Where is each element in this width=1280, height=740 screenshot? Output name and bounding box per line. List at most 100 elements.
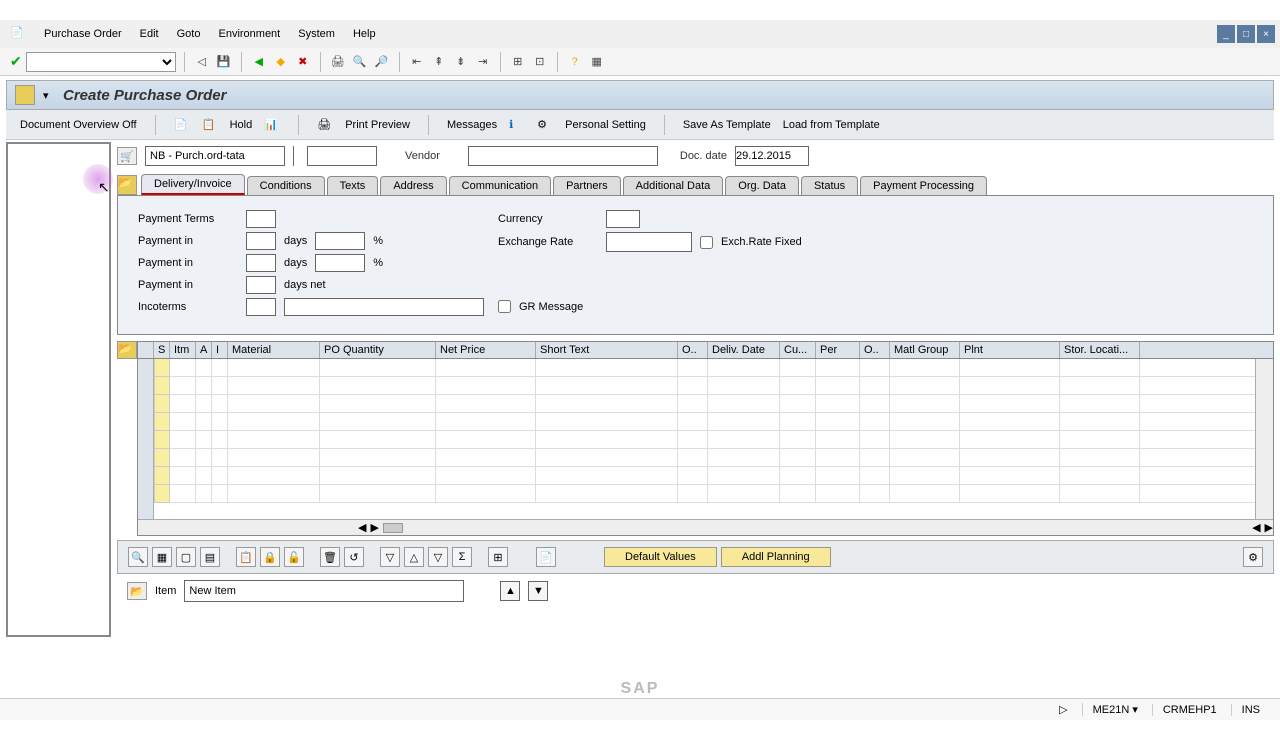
addl-planning-button[interactable]: Addl Planning	[721, 547, 831, 567]
payment-in-3-days[interactable]	[246, 276, 276, 294]
grid-column-header[interactable]: Plnt	[960, 342, 1060, 358]
save-template-button[interactable]: Save As Template	[683, 119, 771, 131]
minimize-button[interactable]: _	[1217, 25, 1235, 43]
close-button[interactable]: ×	[1257, 25, 1275, 43]
expand-item-icon[interactable]: 📂	[127, 582, 147, 600]
other-po-icon[interactable]: 📋	[202, 117, 218, 133]
filter-icon[interactable]: ▽	[380, 547, 400, 567]
grid-column-header[interactable]: PO Quantity	[320, 342, 436, 358]
detail-icon[interactable]: 🔍	[128, 547, 148, 567]
grid-column-header[interactable]: A	[196, 342, 212, 358]
unlock-icon[interactable]: 🔓	[284, 547, 304, 567]
menu-purchase-order[interactable]: Purchase Order	[44, 28, 122, 40]
deselect-icon[interactable]: ▢	[176, 547, 196, 567]
table-row[interactable]	[170, 449, 1255, 467]
sort-icon[interactable]: ▤	[200, 547, 220, 567]
expand-header-icon[interactable]: 🛒	[117, 147, 137, 165]
tab-conditions[interactable]: Conditions	[247, 176, 325, 195]
next-page-icon[interactable]: ⇟	[452, 53, 470, 71]
grid-column-header[interactable]: Cu...	[780, 342, 816, 358]
undelete-icon[interactable]: ↺	[344, 547, 364, 567]
sort-asc-icon[interactable]: △	[404, 547, 424, 567]
delete-icon[interactable]: 🗑	[320, 547, 340, 567]
document-type-select[interactable]	[145, 146, 285, 166]
menu-environment[interactable]: Environment	[218, 28, 280, 40]
print-preview-button[interactable]: Print Preview	[345, 119, 410, 131]
save-icon[interactable]: 💾	[215, 53, 233, 71]
info-icon[interactable]: ℹ	[509, 117, 525, 133]
load-template-button[interactable]: Load from Template	[783, 119, 880, 131]
create-session-icon[interactable]: ⊞	[509, 53, 527, 71]
select-all-icon[interactable]: ▦	[152, 547, 172, 567]
collapse-header-icon[interactable]: 📂	[117, 175, 137, 195]
layout-settings-icon[interactable]: 📄	[536, 547, 556, 567]
last-page-icon[interactable]: ⇥	[474, 53, 492, 71]
item-select[interactable]	[184, 580, 464, 602]
grid-column-header[interactable]	[138, 342, 154, 358]
prev-page-icon[interactable]: ⇞	[430, 53, 448, 71]
restore-button[interactable]: □	[1237, 25, 1255, 43]
grid-column-header[interactable]: O..	[860, 342, 890, 358]
copy-icon[interactable]: 📋	[236, 547, 256, 567]
menu-goto[interactable]: Goto	[177, 28, 201, 40]
grid-column-header[interactable]: Short Text	[536, 342, 678, 358]
item-prev-button[interactable]: ▲	[500, 581, 520, 601]
back-icon[interactable]: ◁	[193, 53, 211, 71]
menu-system[interactable]: System	[298, 28, 335, 40]
default-values-button[interactable]: Default Values	[604, 547, 717, 567]
docdate-input[interactable]	[735, 146, 809, 166]
grid-column-header[interactable]: O..	[678, 342, 708, 358]
personal-setting-icon[interactable]: ⚙	[537, 117, 553, 133]
personal-setting-button[interactable]: Personal Setting	[565, 119, 646, 131]
tab-address[interactable]: Address	[380, 176, 446, 195]
table-row[interactable]	[170, 467, 1255, 485]
grid-column-header[interactable]: Net Price	[436, 342, 536, 358]
nav-back-icon[interactable]: ◀	[250, 53, 268, 71]
shortcut-icon[interactable]: ⊡	[531, 53, 549, 71]
enter-icon[interactable]: ✔	[10, 53, 22, 70]
grid-select-column[interactable]	[138, 359, 154, 519]
grid-column-header[interactable]: Per	[816, 342, 860, 358]
dropdown-icon[interactable]: ▾	[43, 85, 55, 105]
grid-column-header[interactable]: Deliv. Date	[708, 342, 780, 358]
table-row[interactable]	[170, 413, 1255, 431]
find-next-icon[interactable]: 🔎	[373, 53, 391, 71]
grid-column-header[interactable]: Matl Group	[890, 342, 960, 358]
menu-help[interactable]: Help	[353, 28, 376, 40]
status-play-icon[interactable]: ▷	[1059, 703, 1067, 716]
payment-in-2-days[interactable]	[246, 254, 276, 272]
grid-column-header[interactable]: I	[212, 342, 228, 358]
table-row[interactable]	[170, 431, 1255, 449]
scroll-left2-icon[interactable]: ◀	[1252, 521, 1260, 534]
object-icon[interactable]	[15, 85, 35, 105]
exch-rate-fixed-checkbox[interactable]	[700, 236, 713, 249]
grid-column-header[interactable]: Itm	[170, 342, 196, 358]
payment-in-2-pct[interactable]	[315, 254, 365, 272]
payment-in-1-days[interactable]	[246, 232, 276, 250]
payment-in-1-pct[interactable]	[315, 232, 365, 250]
po-number-input[interactable]	[307, 146, 377, 166]
expand-icon[interactable]: ⊞	[488, 547, 508, 567]
command-field[interactable]	[26, 52, 176, 72]
table-row[interactable]	[170, 395, 1255, 413]
tab-additional-data[interactable]: Additional Data	[623, 176, 724, 195]
tab-status[interactable]: Status	[801, 176, 858, 195]
item-next-button[interactable]: ▼	[528, 581, 548, 601]
tab-partners[interactable]: Partners	[553, 176, 621, 195]
nav-exit-icon[interactable]: ◆	[272, 53, 290, 71]
vendor-input[interactable]	[468, 146, 658, 166]
scroll-right2-icon[interactable]: ▶	[1265, 521, 1273, 534]
tab-communication[interactable]: Communication	[449, 176, 551, 195]
scroll-left-icon[interactable]: ◀	[358, 521, 366, 534]
create-icon[interactable]: 📄	[174, 117, 190, 133]
tab-delivery-invoice[interactable]: Delivery/Invoice	[141, 174, 245, 195]
collapse-items-icon[interactable]: 📂	[117, 341, 137, 359]
menu-edit[interactable]: Edit	[140, 28, 159, 40]
messages-button[interactable]: Messages	[447, 119, 497, 131]
payment-terms-input[interactable]	[246, 210, 276, 228]
tab-texts[interactable]: Texts	[327, 176, 379, 195]
grid-hscroll[interactable]: ◀ ▶ ◀ ▶	[138, 519, 1273, 535]
scroll-right-icon[interactable]: ▶	[370, 521, 378, 534]
nav-cancel-icon[interactable]: ✖	[294, 53, 312, 71]
help-icon[interactable]: ?	[566, 53, 584, 71]
